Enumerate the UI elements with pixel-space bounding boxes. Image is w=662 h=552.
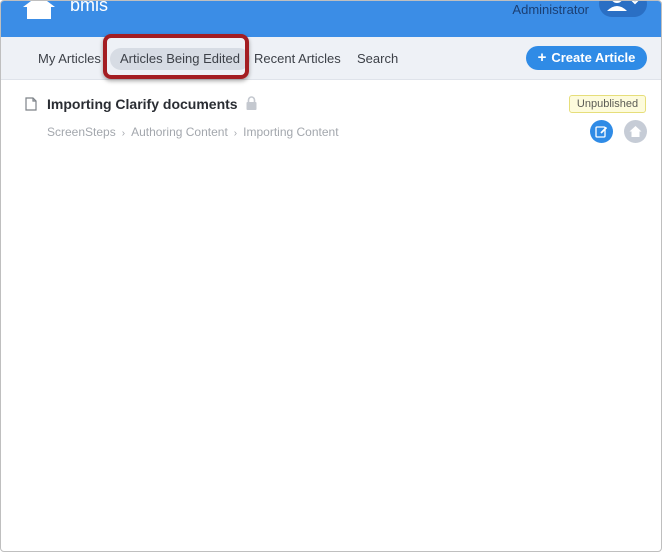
document-icon: [25, 97, 37, 111]
user-menu-button[interactable]: [599, 1, 647, 17]
user-role-label: Administrator: [512, 2, 589, 17]
view-article-home-button[interactable]: [624, 120, 647, 143]
edit-article-button[interactable]: [590, 120, 613, 143]
app-window: bmis Administrator My Articles Articles …: [0, 0, 662, 552]
breadcrumb-separator: ›: [121, 128, 126, 139]
breadcrumb-item[interactable]: ScreenSteps: [47, 125, 116, 139]
status-badge: Unpublished: [569, 95, 646, 113]
edit-icon: [595, 126, 608, 138]
tab-recent-articles[interactable]: Recent Articles: [244, 48, 351, 70]
breadcrumb: ScreenSteps › Authoring Content › Importing …: [47, 125, 339, 139]
top-header: bmis Administrator: [1, 1, 661, 37]
breadcrumb-item[interactable]: Importing Content: [243, 125, 338, 139]
home-small-icon: [629, 126, 642, 137]
create-article-button[interactable]: + Create Article: [526, 46, 647, 70]
article-title[interactable]: Importing Clarify documents: [47, 96, 238, 112]
tab-search[interactable]: Search: [347, 48, 408, 70]
tab-highlight-annotation: [103, 34, 249, 79]
breadcrumb-separator: ›: [233, 128, 238, 139]
user-icon: [607, 1, 639, 11]
site-name[interactable]: bmis: [70, 1, 108, 15]
plus-icon: +: [537, 49, 547, 66]
create-article-label: Create Article: [551, 50, 636, 65]
home-icon[interactable]: [23, 0, 55, 19]
breadcrumb-item[interactable]: Authoring Content: [131, 125, 228, 139]
tab-my-articles[interactable]: My Articles: [28, 48, 111, 70]
lock-icon: [246, 96, 257, 110]
